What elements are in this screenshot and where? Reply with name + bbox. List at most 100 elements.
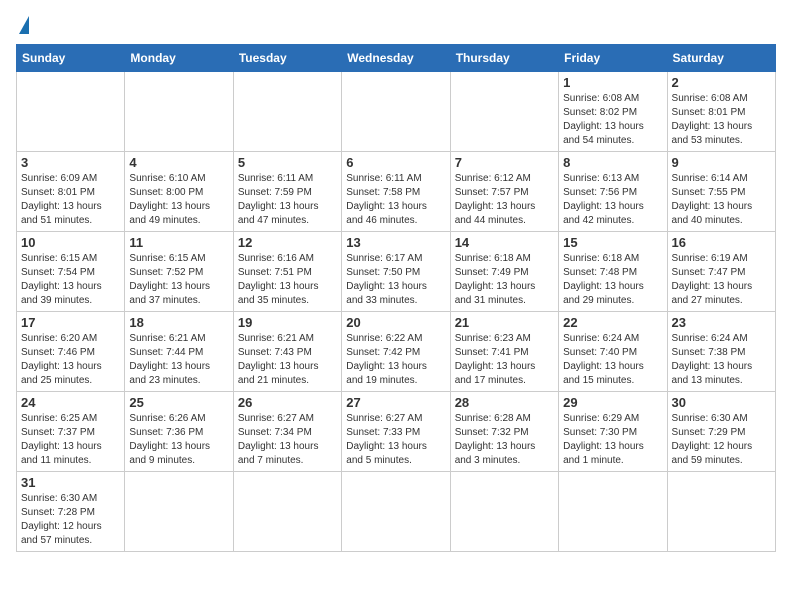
calendar-cell: 9 Sunrise: 6:14 AM Sunset: 7:55 PM Daylig…	[667, 152, 775, 232]
calendar-week-row: 3 Sunrise: 6:09 AM Sunset: 8:01 PM Daylig…	[17, 152, 776, 232]
calendar-header-monday: Monday	[125, 45, 233, 72]
calendar-cell: 3 Sunrise: 6:09 AM Sunset: 8:01 PM Daylig…	[17, 152, 125, 232]
calendar-cell	[450, 472, 558, 552]
calendar-cell: 16 Sunrise: 6:19 AM Sunset: 7:47 PM Dayli…	[667, 232, 775, 312]
calendar-header-tuesday: Tuesday	[233, 45, 341, 72]
logo	[16, 16, 29, 36]
day-info: Sunrise: 6:12 AM Sunset: 7:57 PM Dayligh…	[455, 172, 554, 228]
day-info: Sunrise: 6:22 AM Sunset: 7:42 PM Dayligh…	[346, 332, 445, 388]
day-number: 8	[563, 155, 662, 170]
calendar-cell	[559, 472, 667, 552]
calendar-cell: 24Sunrise: 6:25 AM Sunset: 7:37 PM Dayli…	[17, 392, 125, 472]
day-info: Sunrise: 6:18 AM Sunset: 7:49 PM Dayligh…	[455, 252, 554, 308]
calendar-cell	[125, 72, 233, 152]
day-info: Sunrise: 6:08 AM Sunset: 8:01 PM Dayligh…	[672, 92, 771, 148]
day-number: 15	[563, 235, 662, 250]
day-info: Sunrise: 6:21 AM Sunset: 7:43 PM Dayligh…	[238, 332, 337, 388]
calendar-cell: 30Sunrise: 6:30 AM Sunset: 7:29 PM Dayli…	[667, 392, 775, 472]
calendar-cell	[233, 72, 341, 152]
logo-triangle-icon	[19, 16, 29, 34]
calendar-header-row: SundayMondayTuesdayWednesdayThursdayFrid…	[17, 45, 776, 72]
day-info: Sunrise: 6:19 AM Sunset: 7:47 PM Dayligh…	[672, 252, 771, 308]
day-number: 28	[455, 395, 554, 410]
day-info: Sunrise: 6:29 AM Sunset: 7:30 PM Dayligh…	[563, 412, 662, 468]
calendar-cell: 26 Sunrise: 6:27 AM Sunset: 7:34 PM Dayli…	[233, 392, 341, 472]
calendar-cell	[450, 72, 558, 152]
calendar-table: SundayMondayTuesdayWednesdayThursdayFrid…	[16, 44, 776, 552]
day-info: Sunrise: 6:08 AM Sunset: 8:02 PM Dayligh…	[563, 92, 662, 148]
day-number: 22	[563, 315, 662, 330]
day-info: Sunrise: 6:27 AM Sunset: 7:33 PM Dayligh…	[346, 412, 445, 468]
calendar-header-wednesday: Wednesday	[342, 45, 450, 72]
calendar-cell: 4Sunrise: 6:10 AM Sunset: 8:00 PM Daylig…	[125, 152, 233, 232]
calendar-week-row: 1 Sunrise: 6:08 AM Sunset: 8:02 PM Daylig…	[17, 72, 776, 152]
day-info: Sunrise: 6:24 AM Sunset: 7:40 PM Dayligh…	[563, 332, 662, 388]
calendar-cell: 27 Sunrise: 6:27 AM Sunset: 7:33 PM Dayli…	[342, 392, 450, 472]
day-info: Sunrise: 6:09 AM Sunset: 8:01 PM Dayligh…	[21, 172, 120, 228]
day-number: 9	[672, 155, 771, 170]
day-number: 7	[455, 155, 554, 170]
day-info: Sunrise: 6:10 AM Sunset: 8:00 PM Dayligh…	[129, 172, 228, 228]
calendar-week-row: 24Sunrise: 6:25 AM Sunset: 7:37 PM Dayli…	[17, 392, 776, 472]
day-number: 13	[346, 235, 445, 250]
calendar-cell: 11 Sunrise: 6:15 AM Sunset: 7:52 PM Dayli…	[125, 232, 233, 312]
day-number: 29	[563, 395, 662, 410]
day-number: 19	[238, 315, 337, 330]
day-number: 27	[346, 395, 445, 410]
calendar-cell: 23Sunrise: 6:24 AM Sunset: 7:38 PM Dayli…	[667, 312, 775, 392]
day-number: 16	[672, 235, 771, 250]
calendar-week-row: 10Sunrise: 6:15 AM Sunset: 7:54 PM Dayli…	[17, 232, 776, 312]
calendar-cell: 20Sunrise: 6:22 AM Sunset: 7:42 PM Dayli…	[342, 312, 450, 392]
calendar-cell	[667, 472, 775, 552]
day-info: Sunrise: 6:17 AM Sunset: 7:50 PM Dayligh…	[346, 252, 445, 308]
calendar-header-friday: Friday	[559, 45, 667, 72]
calendar-cell: 5Sunrise: 6:11 AM Sunset: 7:59 PM Daylig…	[233, 152, 341, 232]
calendar-cell: 2 Sunrise: 6:08 AM Sunset: 8:01 PM Daylig…	[667, 72, 775, 152]
day-info: Sunrise: 6:25 AM Sunset: 7:37 PM Dayligh…	[21, 412, 120, 468]
day-info: Sunrise: 6:28 AM Sunset: 7:32 PM Dayligh…	[455, 412, 554, 468]
calendar-cell: 6 Sunrise: 6:11 AM Sunset: 7:58 PM Daylig…	[342, 152, 450, 232]
page-header	[16, 16, 776, 36]
day-info: Sunrise: 6:27 AM Sunset: 7:34 PM Dayligh…	[238, 412, 337, 468]
calendar-cell: 14Sunrise: 6:18 AM Sunset: 7:49 PM Dayli…	[450, 232, 558, 312]
calendar-cell: 31Sunrise: 6:30 AM Sunset: 7:28 PM Dayli…	[17, 472, 125, 552]
calendar-cell	[342, 72, 450, 152]
calendar-cell	[125, 472, 233, 552]
day-info: Sunrise: 6:23 AM Sunset: 7:41 PM Dayligh…	[455, 332, 554, 388]
calendar-cell	[17, 72, 125, 152]
day-number: 17	[21, 315, 120, 330]
day-info: Sunrise: 6:15 AM Sunset: 7:52 PM Dayligh…	[129, 252, 228, 308]
calendar-header-saturday: Saturday	[667, 45, 775, 72]
calendar-cell: 1 Sunrise: 6:08 AM Sunset: 8:02 PM Daylig…	[559, 72, 667, 152]
calendar-cell: 19 Sunrise: 6:21 AM Sunset: 7:43 PM Dayli…	[233, 312, 341, 392]
day-number: 21	[455, 315, 554, 330]
day-info: Sunrise: 6:11 AM Sunset: 7:59 PM Dayligh…	[238, 172, 337, 228]
calendar-header-sunday: Sunday	[17, 45, 125, 72]
day-number: 6	[346, 155, 445, 170]
day-number: 25	[129, 395, 228, 410]
day-info: Sunrise: 6:13 AM Sunset: 7:56 PM Dayligh…	[563, 172, 662, 228]
day-number: 26	[238, 395, 337, 410]
day-number: 10	[21, 235, 120, 250]
calendar-cell: 8 Sunrise: 6:13 AM Sunset: 7:56 PM Daylig…	[559, 152, 667, 232]
calendar-cell: 28 Sunrise: 6:28 AM Sunset: 7:32 PM Dayli…	[450, 392, 558, 472]
day-number: 11	[129, 235, 228, 250]
calendar-cell: 18Sunrise: 6:21 AM Sunset: 7:44 PM Dayli…	[125, 312, 233, 392]
day-number: 2	[672, 75, 771, 90]
day-info: Sunrise: 6:11 AM Sunset: 7:58 PM Dayligh…	[346, 172, 445, 228]
day-info: Sunrise: 6:21 AM Sunset: 7:44 PM Dayligh…	[129, 332, 228, 388]
day-number: 1	[563, 75, 662, 90]
day-info: Sunrise: 6:20 AM Sunset: 7:46 PM Dayligh…	[21, 332, 120, 388]
calendar-cell: 13 Sunrise: 6:17 AM Sunset: 7:50 PM Dayli…	[342, 232, 450, 312]
day-info: Sunrise: 6:24 AM Sunset: 7:38 PM Dayligh…	[672, 332, 771, 388]
calendar-cell: 22 Sunrise: 6:24 AM Sunset: 7:40 PM Dayli…	[559, 312, 667, 392]
day-info: Sunrise: 6:14 AM Sunset: 7:55 PM Dayligh…	[672, 172, 771, 228]
calendar-cell: 21 Sunrise: 6:23 AM Sunset: 7:41 PM Dayli…	[450, 312, 558, 392]
calendar-week-row: 17 Sunrise: 6:20 AM Sunset: 7:46 PM Dayli…	[17, 312, 776, 392]
calendar-cell: 15 Sunrise: 6:18 AM Sunset: 7:48 PM Dayli…	[559, 232, 667, 312]
day-info: Sunrise: 6:18 AM Sunset: 7:48 PM Dayligh…	[563, 252, 662, 308]
calendar-cell	[342, 472, 450, 552]
day-number: 3	[21, 155, 120, 170]
day-info: Sunrise: 6:16 AM Sunset: 7:51 PM Dayligh…	[238, 252, 337, 308]
day-info: Sunrise: 6:26 AM Sunset: 7:36 PM Dayligh…	[129, 412, 228, 468]
